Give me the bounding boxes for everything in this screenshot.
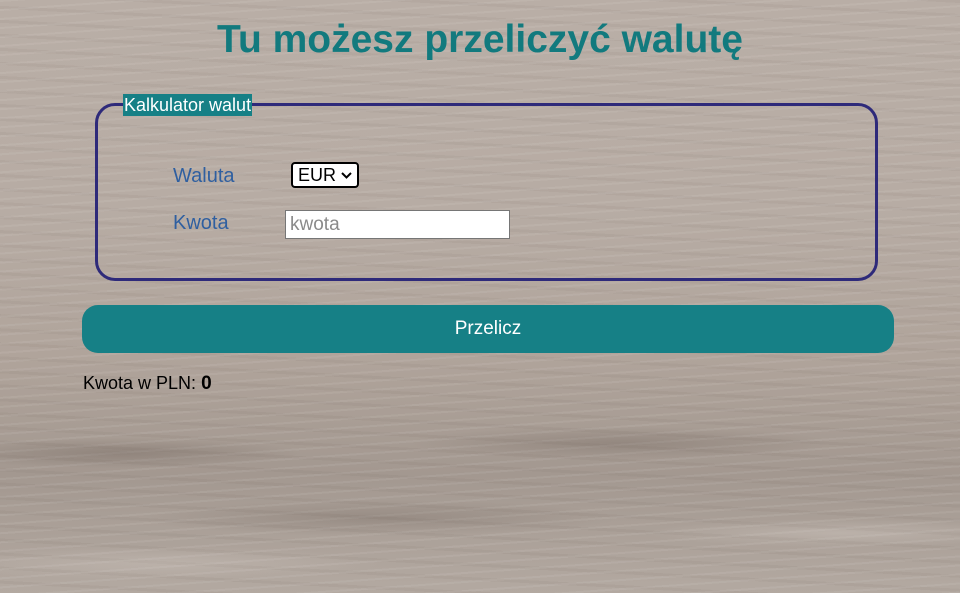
- result-value: 0: [201, 373, 212, 394]
- currency-label: Waluta: [173, 165, 235, 187]
- result-line: Kwota w PLN: 0: [83, 373, 212, 395]
- calculator-legend: Kalkulator walut: [123, 94, 253, 116]
- amount-input[interactable]: kwota: [285, 210, 510, 239]
- amount-input-placeholder: kwota: [290, 214, 340, 235]
- background-waves: [0, 423, 960, 593]
- convert-button[interactable]: Przelicz: [82, 305, 894, 353]
- currency-select-value: EUR: [298, 165, 337, 185]
- page-title: Tu możesz przeliczyć walutę: [217, 18, 743, 61]
- calculator-fieldset: Kalkulator walut Waluta EUR Kwota kwota: [95, 94, 878, 281]
- amount-label: Kwota: [173, 212, 229, 234]
- currency-select[interactable]: EUR: [291, 162, 359, 188]
- result-label: Kwota w PLN:: [83, 373, 197, 393]
- chevron-down-icon: [341, 166, 352, 190]
